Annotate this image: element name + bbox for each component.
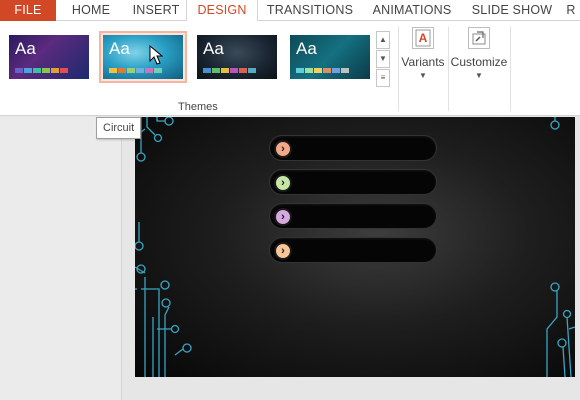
- theme-color-swatches: [109, 68, 162, 73]
- color-swatch: [323, 68, 331, 73]
- color-swatch: [203, 68, 211, 73]
- tab-transitions[interactable]: TRANSITIONS: [258, 0, 362, 21]
- themes-group-label: Themes: [178, 101, 218, 113]
- theme-thumb-circuit[interactable]: Aa: [99, 31, 187, 83]
- color-swatch: [221, 68, 229, 73]
- svg-text:A: A: [419, 31, 428, 45]
- theme-thumb-1[interactable]: Aa: [5, 31, 93, 83]
- customize-button[interactable]: Customize ▼: [450, 27, 508, 80]
- design-ribbon: Aa Aa Aa Aa ▲ ▼ ≡ Themes A Variants ▼ Cu…: [0, 21, 580, 116]
- theme-preview: Aa: [197, 35, 277, 79]
- color-swatch: [118, 68, 126, 73]
- ribbon-tab-bar: FILE HOME INSERT DESIGN TRANSITIONS ANIMATION…: [0, 0, 580, 22]
- theme-color-swatches: [203, 68, 256, 73]
- slide-bullet-item[interactable]: ›: [269, 169, 437, 195]
- color-swatch: [332, 68, 340, 73]
- theme-preview: Aa: [103, 35, 183, 79]
- group-separator: [398, 27, 399, 111]
- variants-icon: A: [412, 27, 434, 49]
- tab-home[interactable]: HOME: [56, 0, 126, 21]
- customize-icon: [468, 27, 490, 49]
- tab-insert[interactable]: INSERT: [126, 0, 186, 21]
- variants-label: Variants: [401, 55, 445, 69]
- themes-gallery-scroll: ▲ ▼ ≡: [376, 31, 390, 87]
- variants-caret-icon: ▼: [419, 71, 427, 80]
- color-swatch: [60, 68, 68, 73]
- color-swatch: [15, 68, 23, 73]
- editing-area: › › › ›: [0, 117, 580, 400]
- color-swatch: [24, 68, 32, 73]
- gallery-more-button[interactable]: ≡: [376, 69, 390, 87]
- tab-design[interactable]: DESIGN: [186, 0, 258, 22]
- variants-button[interactable]: A Variants ▼: [400, 27, 446, 80]
- slide-canvas[interactable]: › › › ›: [135, 117, 575, 377]
- chevron-right-icon: ›: [274, 208, 292, 226]
- color-swatch: [51, 68, 59, 73]
- theme-thumb-4[interactable]: Aa: [286, 31, 374, 83]
- color-swatch: [314, 68, 322, 73]
- slide-thumbnail-pane[interactable]: [0, 117, 122, 400]
- color-swatch: [145, 68, 153, 73]
- customize-label: Customize: [450, 55, 508, 69]
- theme-color-swatches: [296, 68, 349, 73]
- color-swatch: [127, 68, 135, 73]
- gallery-scroll-down-button[interactable]: ▼: [376, 50, 390, 68]
- theme-sample-text: Aa: [203, 39, 224, 58]
- theme-color-swatches: [15, 68, 68, 73]
- chevron-right-icon: ›: [274, 242, 292, 260]
- color-swatch: [248, 68, 256, 73]
- color-swatch: [33, 68, 41, 73]
- tab-animations[interactable]: ANIMATIONS: [362, 0, 462, 21]
- color-swatch: [109, 68, 117, 73]
- slide-bullet-item[interactable]: ›: [269, 237, 437, 263]
- chevron-right-icon: ›: [274, 140, 292, 158]
- chevron-right-icon: ›: [274, 174, 292, 192]
- theme-sample-text: Aa: [109, 39, 130, 58]
- slide-bullet-item[interactable]: ›: [269, 203, 437, 229]
- theme-sample-text: Aa: [296, 39, 317, 58]
- group-separator: [510, 27, 511, 111]
- gallery-scroll-up-button[interactable]: ▲: [376, 31, 390, 49]
- color-swatch: [230, 68, 238, 73]
- mouse-cursor-icon: [149, 45, 163, 65]
- theme-preview: Aa: [290, 35, 370, 79]
- color-swatch: [136, 68, 144, 73]
- theme-thumb-3[interactable]: Aa: [193, 31, 281, 83]
- color-swatch: [212, 68, 220, 73]
- slide-bullet-item[interactable]: ›: [269, 135, 437, 161]
- tab-slide-show[interactable]: SLIDE SHOW: [462, 0, 562, 21]
- powerpoint-window: FILE HOME INSERT DESIGN TRANSITIONS ANIMATION…: [0, 0, 580, 400]
- theme-tooltip: Circuit: [96, 117, 142, 139]
- color-swatch: [239, 68, 247, 73]
- theme-sample-text: Aa: [15, 39, 36, 58]
- color-swatch: [154, 68, 162, 73]
- tab-file[interactable]: FILE: [0, 0, 56, 21]
- color-swatch: [296, 68, 304, 73]
- theme-preview: Aa: [9, 35, 89, 79]
- group-separator: [448, 27, 449, 111]
- color-swatch: [305, 68, 313, 73]
- color-swatch: [42, 68, 50, 73]
- color-swatch: [341, 68, 349, 73]
- customize-caret-icon: ▼: [475, 71, 483, 80]
- tab-r[interactable]: R: [562, 0, 580, 21]
